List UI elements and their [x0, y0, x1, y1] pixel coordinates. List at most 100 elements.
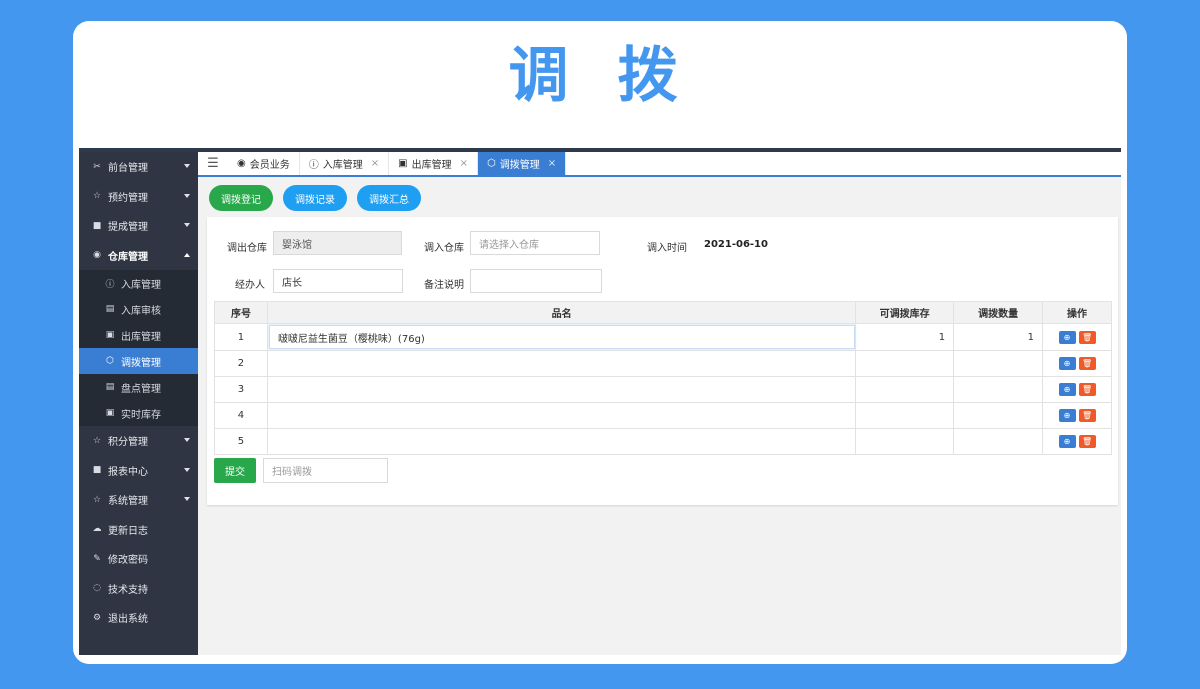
row-index-cell: 1	[214, 323, 268, 351]
add-row-icon[interactable]: ⊕	[1058, 357, 1076, 370]
sidebar-item[interactable]: ◉ 仓库管理	[79, 241, 198, 271]
row-name-cell[interactable]	[266, 350, 857, 377]
col-name-header: 品名	[266, 301, 857, 324]
sidebar-item-label: 积分管理	[108, 437, 148, 449]
toolbar: 调拨登记 调拨记录 调拨汇总	[209, 185, 421, 211]
sidebar-subitem[interactable]: ▤ 入库审核	[79, 296, 198, 322]
sidebar-item-icon: ⚙	[92, 612, 102, 623]
scan-transfer-input[interactable]: 扫码调拨	[263, 458, 388, 483]
sidebar-item[interactable]: ☁ 更新日志	[79, 515, 198, 545]
main-area: ☰ ◉ 会员业务 ⓘ 入库管理 × ▣ 出库管理 × ⬡ 调拨管理 × 调拨登记 调拨记录 调拨汇总…	[198, 152, 1121, 655]
caret-icon	[184, 252, 190, 257]
tab-close-icon[interactable]: ×	[548, 158, 556, 169]
sidebar-subitem-label: 实时库存	[121, 409, 161, 421]
sidebar-item[interactable]: ◌ 技术支持	[79, 574, 198, 604]
sidebar-item[interactable]: ■ 提成管理	[79, 211, 198, 241]
delete-row-icon[interactable]: 🗑	[1078, 409, 1096, 422]
row-stock-cell	[855, 376, 955, 403]
sidebar-item-label: 修改密码	[108, 555, 148, 567]
transfer-summary-button[interactable]: 调拨汇总	[357, 185, 421, 211]
in-time-value: 2021-06-10	[704, 239, 768, 250]
remark-field[interactable]	[470, 269, 602, 293]
handler-label: 经办人	[235, 280, 265, 291]
sidebar-item-icon: ◌	[93, 583, 101, 594]
sidebar-item-icon: ✎	[93, 553, 101, 564]
row-qty-cell[interactable]	[953, 402, 1044, 429]
in-time-label: 调入时间	[647, 243, 687, 254]
sidebar-item-icon: ✂	[93, 161, 101, 172]
sidebar-item-label: 退出系统	[108, 614, 148, 626]
row-qty-cell[interactable]: 1	[953, 323, 1044, 351]
sidebar-subitem-label: 调拨管理	[121, 357, 161, 369]
delete-row-icon[interactable]: 🗑	[1078, 435, 1096, 448]
col-index-header: 序号	[214, 301, 268, 324]
tab-item[interactable]: ◉ 会员业务	[228, 152, 300, 175]
row-ops-cell: ⊕ 🗑	[1042, 350, 1112, 377]
product-name-input[interactable]: 啵啵尼益生菌豆（樱桃味）(76g)	[268, 325, 856, 349]
sidebar-item-label: 系统管理	[108, 496, 148, 508]
delete-row-icon[interactable]: 🗑	[1078, 330, 1096, 344]
caret-icon	[184, 193, 190, 198]
row-name-cell[interactable]	[266, 376, 857, 403]
table-row: 1 啵啵尼益生菌豆（樱桃味）(76g) 1 1 ⊕ 🗑	[214, 323, 1112, 351]
handler-field[interactable]: 店长	[273, 269, 403, 293]
row-qty-cell[interactable]	[953, 350, 1044, 377]
out-warehouse-label: 调出仓库	[227, 243, 267, 254]
sidebar-subitem-label: 入库管理	[121, 279, 161, 291]
sidebar-submenu: ⓘ 入库管理 ▤ 入库审核 ▣ 出库管理 ⬡ 调拨管理 ▤ 盘点管理 ▣ 实时库存	[79, 270, 198, 426]
sidebar-subitem-label: 入库审核	[121, 305, 161, 317]
sidebar-subitem[interactable]: ▣ 实时库存	[79, 400, 198, 426]
sidebar-subitem[interactable]: ⬡ 调拨管理	[79, 348, 198, 374]
add-row-icon[interactable]: ⊕	[1058, 330, 1076, 344]
row-name-cell[interactable]: 啵啵尼益生菌豆（樱桃味）(76g)	[266, 323, 857, 351]
tab-item[interactable]: ⬡ 调拨管理 ×	[477, 152, 567, 175]
sidebar-item[interactable]: ☆ 系统管理	[79, 485, 198, 515]
row-ops-cell: ⊕ 🗑	[1042, 402, 1112, 429]
row-stock-cell	[855, 402, 955, 429]
row-ops-cell: ⊕ 🗑	[1042, 428, 1112, 455]
tab-close-icon[interactable]: ×	[460, 158, 468, 169]
tab-label: 调拨管理	[499, 160, 540, 171]
sidebar-item[interactable]: ✎ 修改密码	[79, 544, 198, 574]
sidebar-item[interactable]: ☆ 积分管理	[79, 426, 198, 456]
sidebar-item-label: 更新日志	[108, 525, 148, 537]
row-qty-cell[interactable]	[953, 376, 1044, 403]
sidebar-subitem[interactable]: ▣ 出库管理	[79, 322, 198, 348]
row-name-cell[interactable]	[266, 428, 857, 455]
table-row: 2 ⊕ 🗑	[214, 350, 1112, 377]
sidebar-subitem-label: 出库管理	[121, 331, 161, 343]
add-row-icon[interactable]: ⊕	[1058, 409, 1076, 422]
in-warehouse-select[interactable]: 请选择入仓库	[470, 231, 600, 255]
submit-button[interactable]: 提交	[214, 458, 256, 483]
sidebar-item[interactable]: ✂ 前台管理	[79, 152, 198, 182]
delete-row-icon[interactable]: 🗑	[1078, 383, 1096, 396]
sidebar-item-icon: ☆	[92, 435, 102, 446]
tab-close-icon[interactable]: ×	[371, 158, 379, 169]
row-stock-cell	[855, 350, 955, 377]
row-qty-cell[interactable]	[953, 428, 1044, 455]
transfer-register-button[interactable]: 调拨登记	[209, 185, 273, 211]
sidebar-subitem[interactable]: ▤ 盘点管理	[79, 374, 198, 400]
add-row-icon[interactable]: ⊕	[1058, 435, 1076, 448]
sidebar-item-icon: ☆	[92, 494, 102, 505]
remark-label: 备注说明	[424, 280, 464, 291]
menu-toggle-icon[interactable]: ☰	[198, 152, 228, 175]
sidebar-item-label: 提成管理	[108, 222, 148, 234]
sidebar-item[interactable]: ⚙ 退出系统	[79, 603, 198, 633]
transfer-records-button[interactable]: 调拨记录	[283, 185, 347, 211]
delete-row-icon[interactable]: 🗑	[1078, 357, 1096, 370]
sidebar-item-label: 技术支持	[108, 584, 148, 596]
add-row-icon[interactable]: ⊕	[1058, 383, 1076, 396]
sidebar-subitem-icon: ⬡	[106, 356, 114, 366]
tab-item[interactable]: ⓘ 入库管理 ×	[300, 152, 390, 175]
sidebar-subitem[interactable]: ⓘ 入库管理	[79, 270, 198, 296]
showcase-card: 调 拨 ✂ 前台管理 ☆ 预约管理 ■ 提成管理 ◉ 仓库管理 ⓘ 入库管理 ▤ 入库审核 ▣ 出库管理 ⬡…	[73, 21, 1127, 664]
sidebar-subitem-label: 盘点管理	[121, 383, 161, 395]
row-stock-cell	[855, 428, 955, 455]
tab-item[interactable]: ▣ 出库管理 ×	[389, 152, 478, 175]
sidebar-item[interactable]: ■ 报表中心	[79, 456, 198, 486]
row-name-cell[interactable]	[266, 402, 857, 429]
tab-label: 出库管理	[411, 160, 452, 171]
sidebar-item[interactable]: ☆ 预约管理	[79, 182, 198, 212]
col-qty-header: 调拨数量	[953, 301, 1044, 324]
